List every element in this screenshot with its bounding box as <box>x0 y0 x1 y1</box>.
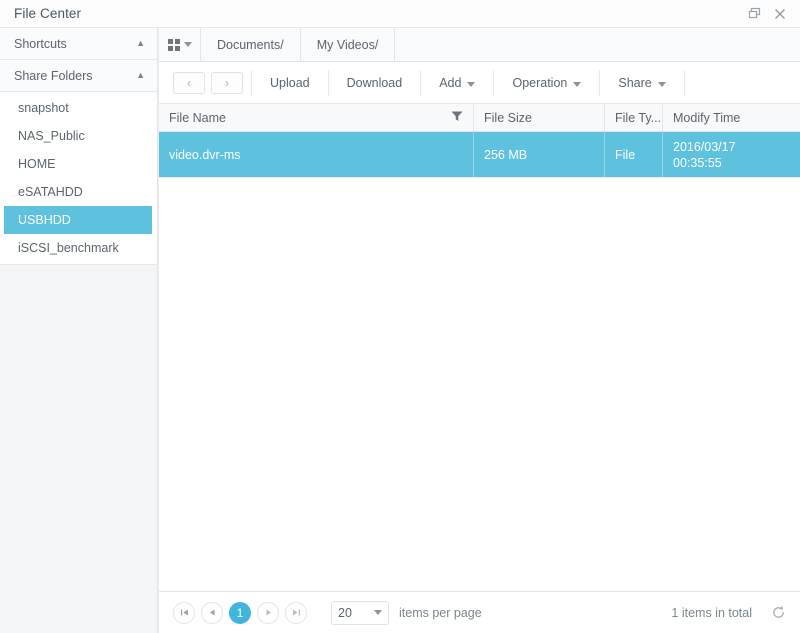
sidebar-item-label: snapshot <box>18 101 69 115</box>
chevron-down-icon <box>374 610 382 615</box>
share-button[interactable]: Share <box>602 62 681 104</box>
sidebar-item-label: HOME <box>18 157 56 171</box>
sidebar-item-usbhdd[interactable]: USBHDD <box>4 206 152 234</box>
back-button[interactable]: ‹ <box>173 71 205 94</box>
sidebar-header-label: Shortcuts <box>14 36 67 51</box>
tab-label: Documents/ <box>217 37 284 52</box>
add-button-label: Add <box>439 75 462 90</box>
file-size-text: 256 MB <box>484 147 528 162</box>
column-header-modify-time[interactable]: Modify Time <box>663 104 800 131</box>
operation-button-label: Operation <box>512 75 568 90</box>
chevron-down-icon <box>183 42 192 47</box>
window-title: File Center <box>14 6 82 21</box>
sidebar-empty-area <box>0 265 157 633</box>
cell-file-name: video.dvr-ms <box>159 132 474 177</box>
window-body: Shortcuts ▲ Share Folders ▲ snapshot NAS… <box>0 28 800 633</box>
add-button[interactable]: Add <box>423 62 491 104</box>
sidebar-item-iscsi-benchmark[interactable]: iSCSI_benchmark <box>4 234 152 262</box>
chevron-right-icon: › <box>225 75 229 90</box>
sidebar-header-shortcuts[interactable]: Shortcuts ▲ <box>0 28 157 60</box>
upload-button[interactable]: Upload <box>254 62 326 104</box>
chevron-left-icon: ‹ <box>187 75 191 90</box>
toolbar-divider <box>599 69 601 96</box>
sidebar-share-folder-list: snapshot NAS_Public HOME eSATAHDD USBHDD <box>0 92 157 265</box>
refresh-icon[interactable] <box>768 603 788 623</box>
toolbar-divider <box>493 69 495 96</box>
forward-button[interactable]: › <box>211 71 243 94</box>
share-button-label: Share <box>618 75 652 90</box>
next-page-button[interactable] <box>257 601 279 624</box>
sidebar-item-esatahdd[interactable]: eSATAHDD <box>4 178 152 206</box>
chevron-up-icon: ▲ <box>136 70 145 80</box>
file-table: File Name File Size File Ty... Modify Ti… <box>159 104 800 591</box>
cell-modify-time: 2016/03/17 00:35:55 <box>663 132 800 177</box>
column-header-label: File Size <box>484 110 532 125</box>
cell-file-type: File <box>605 132 663 177</box>
toolbar-divider <box>327 69 329 96</box>
chevron-down-icon <box>657 81 666 87</box>
column-header-label: File Name <box>169 110 226 125</box>
sidebar-item-nas-public[interactable]: NAS_Public <box>4 122 152 150</box>
sidebar-item-label: iSCSI_benchmark <box>18 241 119 255</box>
sidebar-item-label: eSATAHDD <box>18 185 83 199</box>
table-header-row: File Name File Size File Ty... Modify Ti… <box>159 104 800 132</box>
sidebar-item-label: USBHDD <box>18 213 71 227</box>
last-page-button[interactable] <box>285 601 307 624</box>
main-panel: Documents/ My Videos/ ‹ › Upload Downloa… <box>158 28 800 633</box>
toolbar: ‹ › Upload Download Add Operation Share <box>159 62 800 104</box>
toolbar-divider <box>683 69 685 96</box>
sidebar-group-shortcuts: Shortcuts ▲ <box>0 28 157 60</box>
window-controls <box>746 6 792 22</box>
upload-button-label: Upload <box>270 75 310 90</box>
chevron-up-icon: ▲ <box>136 38 145 48</box>
restore-icon[interactable] <box>746 6 762 22</box>
table-row[interactable]: video.dvr-ms 256 MB File 2016/03/17 00:3… <box>159 132 800 178</box>
cell-file-size: 256 MB <box>474 132 605 177</box>
download-button-label: Download <box>346 75 403 90</box>
page-number-button[interactable]: 1 <box>229 601 251 624</box>
items-per-page-select[interactable]: 20 <box>331 600 389 625</box>
tab-documents[interactable]: Documents/ <box>201 28 301 61</box>
column-header-file-name[interactable]: File Name <box>159 104 474 131</box>
column-header-label: File Ty... <box>615 110 662 125</box>
page-number-label: 1 <box>236 605 244 620</box>
sidebar-item-label: NAS_Public <box>18 129 85 143</box>
file-center-window: File Center Shortcuts ▲ Share Folders ▲ … <box>0 0 800 633</box>
chevron-down-icon <box>467 81 476 87</box>
items-per-page-value: 20 <box>338 605 352 620</box>
sidebar-header-label: Share Folders <box>14 68 93 83</box>
chevron-down-icon <box>573 81 582 87</box>
sidebar-header-share-folders[interactable]: Share Folders ▲ <box>0 60 157 92</box>
toolbar-divider <box>420 69 422 96</box>
table-empty-area <box>159 178 800 591</box>
first-page-button[interactable] <box>173 601 195 624</box>
file-type-text: File <box>615 147 636 162</box>
column-header-file-size[interactable]: File Size <box>474 104 605 131</box>
file-name-text: video.dvr-ms <box>169 147 241 162</box>
download-button[interactable]: Download <box>331 62 419 104</box>
operation-button[interactable]: Operation <box>496 62 597 104</box>
prev-page-button[interactable] <box>201 601 223 624</box>
sidebar-item-home[interactable]: HOME <box>4 150 152 178</box>
modify-time-text: 00:35:55 <box>673 155 722 170</box>
window-titlebar: File Center <box>0 0 800 28</box>
total-items-label: 1 items in total <box>671 605 752 620</box>
view-mode-button[interactable] <box>159 28 201 61</box>
sidebar-item-snapshot[interactable]: snapshot <box>4 94 152 122</box>
items-per-page-label: items per page <box>399 605 482 620</box>
modify-date-text: 2016/03/17 <box>673 139 736 154</box>
tab-label: My Videos/ <box>316 37 379 52</box>
close-icon[interactable] <box>772 6 788 22</box>
column-header-label: Modify Time <box>673 110 741 125</box>
tab-my-videos[interactable]: My Videos/ <box>300 28 396 61</box>
tab-bar: Documents/ My Videos/ <box>159 28 800 62</box>
sidebar-group-share-folders: Share Folders ▲ snapshot NAS_Public HOME… <box>0 60 157 265</box>
filter-icon[interactable] <box>451 110 463 125</box>
sidebar: Shortcuts ▲ Share Folders ▲ snapshot NAS… <box>0 28 158 633</box>
grid-view-icon <box>167 38 180 51</box>
toolbar-divider <box>251 69 252 96</box>
pagination-footer: 1 20 items per page 1 items in total <box>159 591 800 633</box>
column-header-file-type[interactable]: File Ty... <box>605 104 663 131</box>
